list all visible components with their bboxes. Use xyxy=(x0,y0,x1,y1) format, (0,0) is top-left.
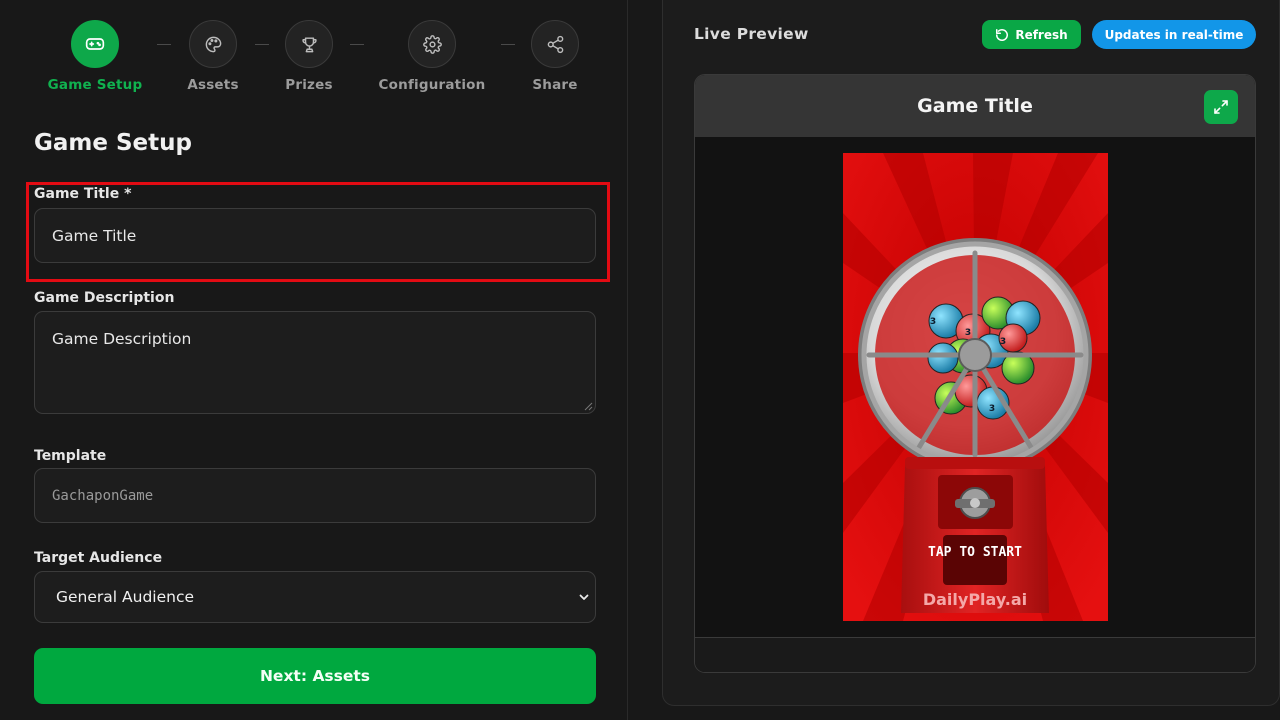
target-audience-value: General Audience xyxy=(56,588,195,606)
gear-icon xyxy=(408,20,456,68)
step-label: Game Setup xyxy=(47,77,143,93)
template-value: GachaponGame xyxy=(52,487,154,504)
brand-watermark: DailyPlay.ai xyxy=(923,590,1027,609)
fullscreen-button[interactable] xyxy=(1204,90,1238,124)
expand-icon xyxy=(1214,100,1228,114)
ball-number: 3 xyxy=(930,317,936,327)
section-title: Game Setup xyxy=(34,130,192,156)
step-label: Configuration xyxy=(378,77,486,93)
step-share[interactable]: Share xyxy=(495,20,615,93)
game-description-value: Game Description xyxy=(52,330,192,348)
preview-footer xyxy=(695,637,1255,672)
preview-header: Game Title xyxy=(695,75,1255,137)
ball-number: 3 xyxy=(989,404,995,414)
target-audience-select[interactable]: General Audience xyxy=(34,571,596,623)
step-prizes[interactable]: Prizes xyxy=(249,20,369,93)
ball-number: 3 xyxy=(965,328,971,338)
step-label: Prizes xyxy=(285,77,333,93)
ball-number: 3 xyxy=(1000,337,1006,347)
trophy-icon xyxy=(285,20,333,68)
step-configuration[interactable]: Configuration xyxy=(372,20,492,93)
target-audience-label: Target Audience xyxy=(34,550,163,566)
template-label: Template xyxy=(34,448,107,464)
realtime-badge: Updates in real-time xyxy=(1092,20,1256,49)
step-label: Assets xyxy=(187,77,239,93)
chevron-down-icon xyxy=(579,594,589,600)
gamepad-icon xyxy=(71,20,119,68)
game-description-textarea[interactable]: Game Description xyxy=(34,311,596,414)
share-icon xyxy=(531,20,579,68)
game-canvas[interactable]: 3 3 3 3 TAP TO START DailyPlay.ai xyxy=(843,153,1108,621)
resize-handle-icon[interactable] xyxy=(583,401,593,411)
tap-to-start-text[interactable]: TAP TO START xyxy=(928,545,1022,560)
refresh-label: Refresh xyxy=(1015,27,1068,42)
refresh-icon xyxy=(996,28,1009,41)
game-title-label: Game Title * xyxy=(34,186,132,202)
wizard-stepper: Game Setup Assets Prizes Configuration S… xyxy=(0,20,628,100)
game-title-input[interactable]: Game Title xyxy=(34,208,596,263)
step-label: Share xyxy=(532,77,578,93)
game-title-value: Game Title xyxy=(52,226,137,245)
preview-game-title: Game Title xyxy=(917,95,1033,117)
next-assets-button[interactable]: Next: Assets xyxy=(34,648,596,704)
setup-panel: Game Setup Assets Prizes Configuration S… xyxy=(0,0,628,720)
live-preview-heading: Live Preview xyxy=(694,25,809,43)
step-connector xyxy=(350,44,364,45)
refresh-button[interactable]: Refresh xyxy=(982,20,1081,49)
palette-icon xyxy=(189,20,237,68)
game-preview-frame: Game Title 3 3 3 3 TAP TO START DailyPla… xyxy=(694,74,1256,673)
template-input[interactable]: GachaponGame xyxy=(34,468,596,523)
game-description-label: Game Description xyxy=(34,290,175,306)
step-game-setup[interactable]: Game Setup xyxy=(35,20,155,93)
gachapon-machine-illustration: 3 3 3 3 TAP TO START DailyPlay.ai xyxy=(843,153,1108,621)
